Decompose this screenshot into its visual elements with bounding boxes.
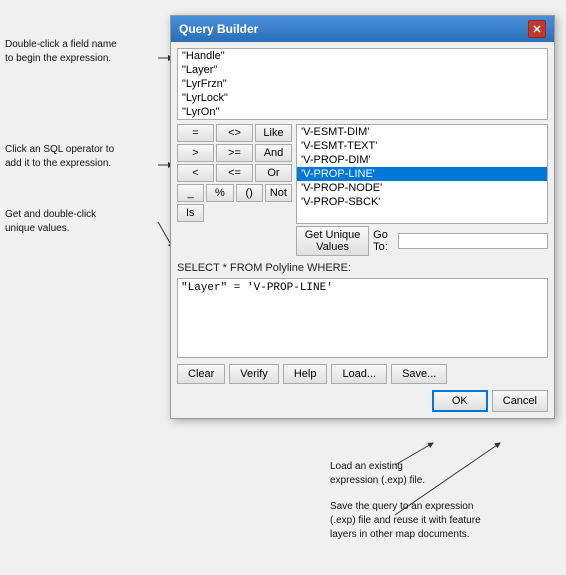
op-row-2: > >= And: [177, 144, 292, 162]
value-item-vprop-dim[interactable]: 'V-PROP-DIM': [297, 153, 547, 167]
op-not[interactable]: Not: [265, 184, 292, 202]
op-underscore[interactable]: _: [177, 184, 204, 202]
get-unique-values-button[interactable]: Get Unique Values: [296, 226, 369, 256]
op-like[interactable]: Like: [255, 124, 292, 142]
op-neq[interactable]: <>: [216, 124, 253, 142]
value-list-section: 'V-ESMT-DIM' 'V-ESMT-TEXT' 'V-PROP-DIM' …: [296, 124, 548, 256]
goto-label: Go To:: [373, 229, 394, 253]
cancel-button[interactable]: Cancel: [492, 390, 548, 412]
value-item-vprop-sbck[interactable]: 'V-PROP-SBCK': [297, 195, 547, 209]
bottom-buttons: Clear Verify Help Load... Save...: [177, 364, 548, 384]
value-item-vesmt-dim[interactable]: 'V-ESMT-DIM': [297, 125, 547, 139]
op-gt[interactable]: >: [177, 144, 214, 162]
value-item-vesmt-text[interactable]: 'V-ESMT-TEXT': [297, 139, 547, 153]
ok-cancel-row: OK Cancel: [177, 390, 548, 412]
query-builder-dialog: Query Builder ✕ "Handle" "Layer" "LyrFrz…: [170, 15, 555, 419]
close-button[interactable]: ✕: [528, 20, 546, 38]
annotation-sql-operator: Click an SQL operator to add it to the e…: [5, 143, 165, 171]
dialog-titlebar: Query Builder ✕: [171, 16, 554, 42]
value-item-vprop-line[interactable]: 'V-PROP-LINE': [297, 167, 547, 181]
dialog-title: Query Builder: [179, 22, 258, 36]
dialog-body: "Handle" "Layer" "LyrFrzn" "LyrLock" "Ly…: [171, 42, 554, 418]
op-lt[interactable]: <: [177, 164, 214, 182]
op-gte[interactable]: >=: [216, 144, 253, 162]
op-row-4: _ % () Not: [177, 184, 292, 202]
ok-button[interactable]: OK: [432, 390, 488, 412]
help-button[interactable]: Help: [283, 364, 328, 384]
op-eq[interactable]: =: [177, 124, 214, 142]
annotation-dblclick-field: Double-click a field name to begin the e…: [5, 38, 160, 66]
value-list[interactable]: 'V-ESMT-DIM' 'V-ESMT-TEXT' 'V-PROP-DIM' …: [296, 124, 548, 224]
operators-panel: = <> Like > >= And < <= Or _ % (): [177, 124, 292, 256]
op-row-1: = <> Like: [177, 124, 292, 142]
sql-label: SELECT * FROM Polyline WHERE:: [177, 262, 548, 274]
middle-section: = <> Like > >= And < <= Or _ % (): [177, 124, 548, 256]
goto-input[interactable]: [398, 233, 548, 249]
load-button[interactable]: Load...: [331, 364, 387, 384]
op-and[interactable]: And: [255, 144, 292, 162]
unique-values-row: Get Unique Values Go To:: [296, 226, 548, 256]
op-lte[interactable]: <=: [216, 164, 253, 182]
field-item-layer[interactable]: "Layer": [178, 63, 547, 77]
field-item-lyron[interactable]: "LyrOn": [178, 105, 547, 119]
field-item-lyrfrzn[interactable]: "LyrFrzn": [178, 77, 547, 91]
op-is[interactable]: Is: [177, 204, 204, 222]
field-item-lyrlock[interactable]: "LyrLock": [178, 91, 547, 105]
op-or[interactable]: Or: [255, 164, 292, 182]
op-percent[interactable]: %: [206, 184, 233, 202]
op-parens[interactable]: (): [236, 184, 263, 202]
field-list[interactable]: "Handle" "Layer" "LyrFrzn" "LyrLock" "Ly…: [177, 48, 548, 120]
annotation-load: Load an existing expression (.exp) file.: [330, 460, 490, 488]
field-item-handle[interactable]: "Handle": [178, 49, 547, 63]
verify-button[interactable]: Verify: [229, 364, 279, 384]
annotation-save: Save the query to an expression (.exp) f…: [330, 500, 530, 542]
save-button[interactable]: Save...: [391, 364, 447, 384]
sql-textarea[interactable]: "Layer" = 'V-PROP-LINE': [177, 278, 548, 358]
clear-button[interactable]: Clear: [177, 364, 225, 384]
annotation-unique-values: Get and double-click unique values.: [5, 208, 165, 236]
value-item-vprop-node[interactable]: 'V-PROP-NODE': [297, 181, 547, 195]
op-row-3: < <= Or: [177, 164, 292, 182]
